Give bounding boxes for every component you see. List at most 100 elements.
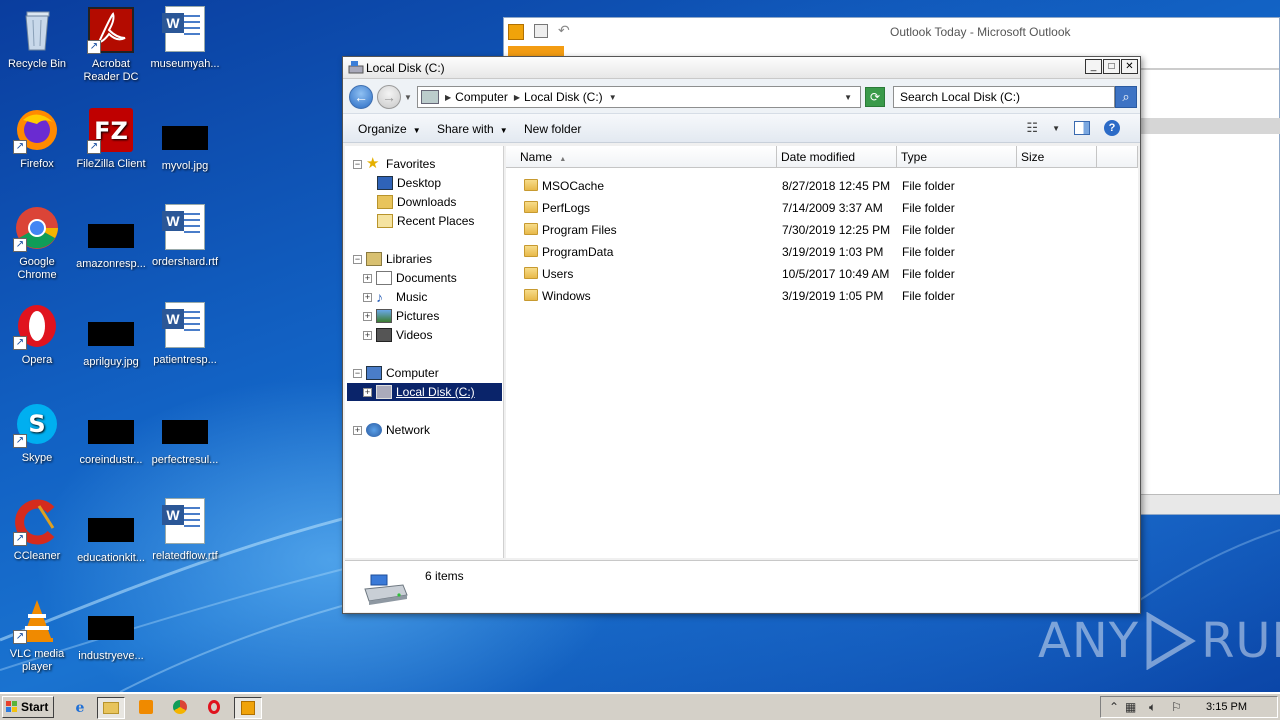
desktop-icon-skype[interactable]: S ↗ Skype [0,400,74,465]
desktop-icon-filezilla[interactable]: FZ ↗ FileZilla Client [74,106,148,171]
start-button[interactable]: Start [2,696,54,718]
change-view-icon[interactable]: ☷ [1026,120,1038,136]
close-button[interactable]: ✕ [1121,59,1138,74]
organize-button[interactable]: Organize ▼ [358,122,421,136]
videos-icon [376,328,392,342]
expand-icon[interactable]: + [363,387,372,397]
nav-videos[interactable]: + Videos [363,326,432,344]
column-header-empty [1097,146,1138,168]
search-icon[interactable]: ⌕ [1115,86,1137,108]
ie-taskbar-icon[interactable]: e [66,697,94,719]
explorer-window[interactable]: Local Disk (C:) _ □ ✕ ← → ▼ ▶ Computer ▶… [342,56,1141,614]
svg-text:S: S [28,410,45,438]
desktop-icon-firefox[interactable]: ↗ Firefox [0,106,74,171]
nav-desktop[interactable]: Desktop [377,174,441,192]
hard-drive-icon [364,574,408,605]
music-note-icon: ♪ [376,289,383,305]
desktop-icon-coreindustr[interactable]: coreindustr... [74,408,148,467]
nav-favorites[interactable]: − ★ Favorites [353,155,435,173]
downloads-folder-icon [377,195,393,209]
desktop-icon-ordershard[interactable]: W ordershard.rtf [148,204,222,269]
column-header-name[interactable]: Name ▲ [506,146,777,168]
column-header-type[interactable]: Type [897,146,1017,168]
maximize-button[interactable]: □ [1103,59,1120,74]
address-bar[interactable]: ▶ Computer ▶ Local Disk (C:) ▼ ▼ [417,86,861,108]
column-header-date-modified[interactable]: Date modified [777,146,897,168]
nav-local-disk[interactable]: + Local Disk (C:) [347,383,502,401]
chevron-down-icon[interactable]: ▼ [609,93,617,102]
new-folder-button[interactable]: New folder [524,122,581,136]
breadcrumb-computer[interactable]: Computer [451,90,514,104]
recent-pages-dropdown-icon[interactable]: ▼ [404,93,412,102]
opera-taskbar-icon[interactable] [200,697,228,719]
column-header-size[interactable]: Size [1017,146,1097,168]
desktop-icon-opera[interactable]: ↗ Opera [0,302,74,367]
clock[interactable]: 3:15 PM [1206,701,1247,713]
address-history-dropdown-icon[interactable]: ▼ [844,93,852,102]
desktop-icon-ccleaner[interactable]: ↗ CCleaner [0,498,74,563]
nav-computer[interactable]: − Computer [353,364,439,382]
desktop-icon-museumyah[interactable]: W museumyah... [148,6,222,71]
nav-documents[interactable]: + Documents [363,269,457,287]
outlook-band [1140,118,1280,134]
file-row[interactable]: ProgramData 3/19/2019 1:03 PM File folde… [506,241,1138,263]
nav-music[interactable]: + ♪ Music [363,288,427,306]
breadcrumb-local-disk[interactable]: Local Disk (C:) [520,90,609,104]
preview-pane-icon[interactable] [1074,121,1090,135]
explorer-titlebar[interactable]: Local Disk (C:) _ □ ✕ [343,57,1140,79]
file-row[interactable]: MSOCache 8/27/2018 12:45 PM File folder [506,175,1138,197]
file-row[interactable]: Users 10/5/2017 10:49 AM File folder [506,263,1138,285]
recycle-bin-icon [13,6,61,54]
expand-icon[interactable]: + [363,330,372,340]
network-tray-icon[interactable]: ▦ [1125,700,1136,714]
collapse-icon[interactable]: − [353,254,362,264]
media-player-taskbar-icon[interactable] [132,697,160,719]
expand-icon[interactable]: + [363,292,372,302]
folder-icon [524,289,538,301]
desktop-icon-myvol[interactable]: myvol.jpg [148,114,222,173]
volume-icon[interactable]: 🔈︎ [1149,700,1156,715]
back-button[interactable]: ← [349,85,373,109]
shortcut-arrow-icon: ↗ [13,140,27,154]
collapse-icon[interactable]: − [353,368,362,378]
nav-libraries[interactable]: − Libraries [353,250,432,268]
expand-icon[interactable]: + [363,273,372,283]
desktop-icon-educationkit[interactable]: educationkit... [74,506,148,565]
search-input[interactable]: Search Local Disk (C:) [893,86,1115,108]
explorer-taskbar-icon[interactable] [97,697,125,719]
nav-downloads[interactable]: Downloads [377,193,456,211]
share-with-button[interactable]: Share with ▼ [437,122,508,136]
expand-icon[interactable]: + [353,425,362,435]
undo-icon[interactable]: ↶ [558,22,570,39]
desktop-icon-amazonresp[interactable]: amazonresp... [74,212,148,271]
desktop-icon-acrobat[interactable]: ↗ Acrobat Reader DC [74,6,148,84]
desktop-icon-industryeve[interactable]: industryeve... [74,604,148,663]
file-row[interactable]: PerfLogs 7/14/2009 3:37 AM File folder [506,197,1138,219]
desktop-icon-patientresp[interactable]: W patientresp... [148,302,222,367]
show-hidden-icons-icon[interactable]: ⌃ [1109,700,1119,714]
desktop-icon-chrome[interactable]: ↗ Google Chrome [0,204,74,282]
shortcut-arrow-icon: ↗ [13,238,27,252]
desktop-icon-recycle-bin[interactable]: Recycle Bin [0,6,74,71]
desktop-icon-vlc[interactable]: ↗ VLC media player [0,596,74,674]
nav-pictures[interactable]: + Pictures [363,307,439,325]
refresh-button[interactable]: ⟳ [865,87,885,107]
desktop-icon-perfectresul[interactable]: perfectresul... [148,408,222,467]
file-row[interactable]: Program Files 7/30/2019 12:25 PM File fo… [506,219,1138,241]
minimize-button[interactable]: _ [1085,59,1102,74]
expand-icon[interactable]: + [363,311,372,321]
nav-network[interactable]: + Network [353,421,430,439]
save-icon[interactable] [534,24,548,38]
chrome-taskbar-icon[interactable] [166,697,194,719]
forward-button[interactable]: → [377,85,401,109]
outlook-taskbar-icon[interactable] [234,697,262,719]
help-icon[interactable]: ? [1104,120,1120,136]
collapse-icon[interactable]: − [353,159,362,169]
desktop-icon-relatedflow[interactable]: W relatedflow.rtf [148,498,222,563]
desktop-icon-aprilguy[interactable]: aprilguy.jpg [74,310,148,369]
action-center-flag-icon[interactable]: ⚐ [1171,700,1182,714]
view-options-dropdown-icon[interactable]: ▼ [1052,124,1060,133]
nav-recent-places[interactable]: Recent Places [377,212,474,230]
windows-logo-icon [6,701,18,713]
file-row[interactable]: Windows 3/19/2019 1:05 PM File folder [506,285,1138,307]
